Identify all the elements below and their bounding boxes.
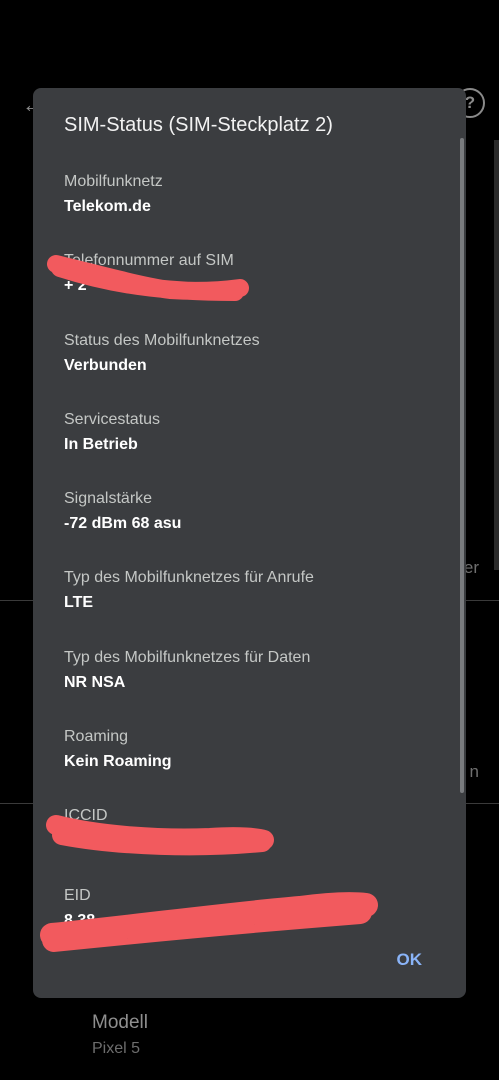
ok-button[interactable]: OK — [397, 948, 423, 972]
background-modell-value: Pixel 5 — [92, 1040, 141, 1057]
field-servicestatus: Servicestatus In Betrieb — [64, 410, 454, 489]
field-roaming: Roaming Kein Roaming — [64, 727, 454, 806]
field-value: NR NSA — [64, 673, 126, 691]
field-netztyp-daten: Typ des Mobilfunknetzes für Daten NR NSA — [64, 648, 454, 727]
field-value: -72 dBm 68 asu — [64, 515, 182, 533]
field-value: Kein Roaming — [64, 753, 172, 771]
field-value: 8 38 — [64, 911, 96, 929]
field-mobilfunknetz: Mobilfunknetz Telekom.de — [64, 172, 454, 251]
field-value: Telekom.de — [64, 198, 151, 215]
field-label: Mobilfunknetz — [64, 173, 163, 190]
sim-status-dialog: SIM-Status (SIM-Steckplatz 2) Mobilfunkn… — [33, 88, 466, 998]
field-value: + 2 — [64, 277, 87, 295]
background-text-fragment: n — [469, 762, 479, 781]
field-label: Status des Mobilfunknetzes — [64, 331, 260, 349]
field-signalstaerke: Signalstärke -72 dBm 68 asu — [64, 489, 454, 568]
field-value: Verbunden — [64, 356, 147, 374]
field-eid: EID 8 38 — [64, 886, 454, 965]
field-label: Servicestatus — [64, 410, 161, 428]
sim-info-list: Mobilfunknetz Telekom.de Telefonnummer a… — [64, 172, 454, 965]
field-telefonnummer: Telefonnummer auf SIM + 2 — [64, 251, 454, 330]
dialog-title: SIM-Status (SIM-Steckplatz 2) — [64, 114, 333, 136]
field-label: Typ des Mobilfunknetzes für Anrufe — [64, 569, 314, 587]
field-label: Roaming — [64, 728, 129, 746]
background-scrollbar — [494, 140, 499, 570]
background-modell-label: Modell — [92, 1012, 148, 1033]
field-value: In Betrieb — [64, 435, 138, 453]
field-value: 8 — [64, 832, 73, 850]
background-text-fragment: er — [463, 558, 479, 577]
field-label: Typ des Mobilfunknetzes für Daten — [64, 648, 311, 666]
field-label: Signalstärke — [64, 490, 153, 508]
field-netzstatus: Status des Mobilfunknetzes Verbunden — [64, 331, 454, 410]
field-label: ICCID — [64, 807, 108, 825]
field-iccid: ICCID 8 — [64, 806, 454, 885]
field-value: LTE — [64, 594, 94, 612]
field-label: EID — [64, 886, 91, 904]
field-netztyp-anrufe: Typ des Mobilfunknetzes für Anrufe LTE — [64, 568, 454, 647]
field-label: Telefonnummer auf SIM — [64, 252, 234, 270]
dialog-scrollbar[interactable] — [460, 138, 464, 793]
